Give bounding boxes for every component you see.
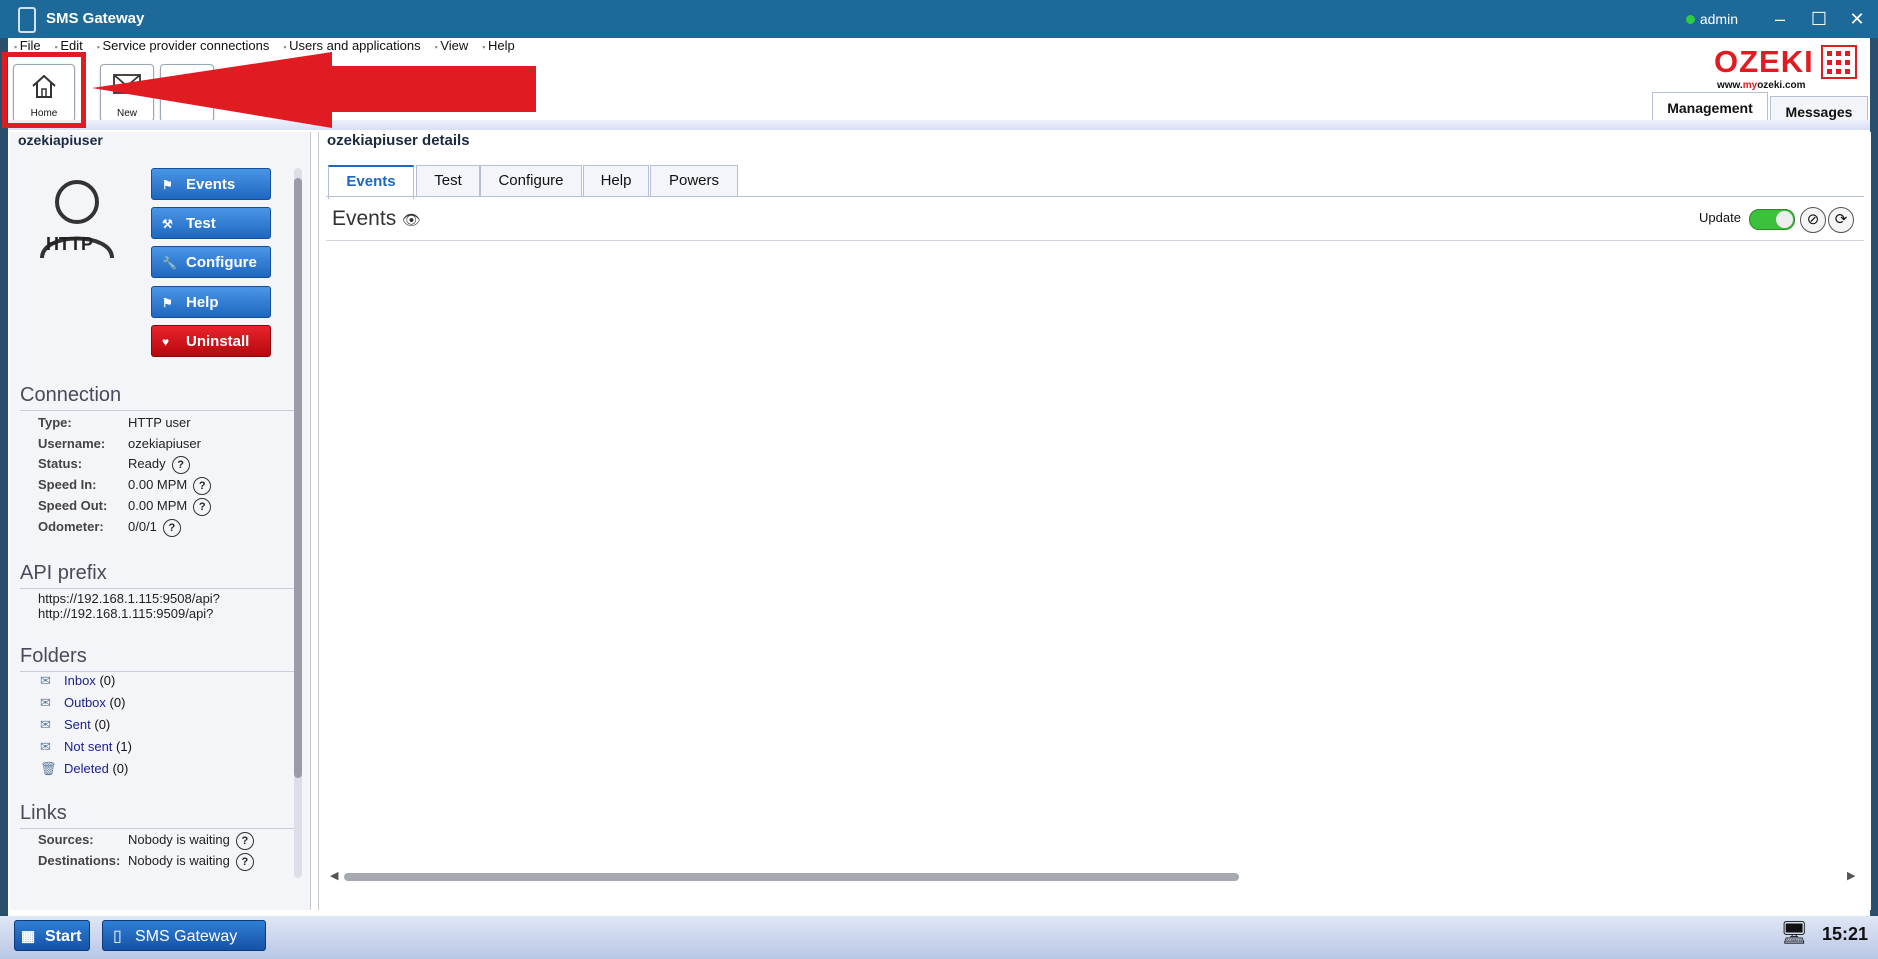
user-name: admin: [1699, 11, 1738, 27]
odometer-row: Odometer: 0/0/1?: [38, 519, 181, 537]
clear-icon[interactable]: ⊘: [1800, 207, 1826, 233]
divider: [20, 410, 300, 411]
eye-icon[interactable]: 👁: [402, 212, 421, 229]
folder-deleted[interactable]: 🗑 Deleted (0): [40, 761, 128, 777]
username-row: Username: ozekiapiuser: [38, 436, 201, 451]
wrench-icon: 🔧: [162, 256, 177, 270]
connection-heading: Connection: [20, 384, 122, 406]
highlight-box: [2, 52, 86, 128]
tab-configure[interactable]: Configure: [480, 165, 582, 196]
events-divider: [326, 240, 1864, 241]
taskbar-sms-gateway[interactable]: ▯ SMS Gateway: [102, 920, 266, 951]
flag-icon: ⚑: [162, 178, 173, 192]
tab-events[interactable]: Events: [328, 165, 414, 199]
taskbar: [0, 916, 1878, 959]
events-heading: Events 👁: [332, 207, 422, 230]
type-row: Type: HTTP user: [38, 415, 191, 430]
uninstall-button[interactable]: ♥ Uninstall: [151, 325, 271, 357]
folder-outbox[interactable]: ✉ Outbox (0): [40, 695, 125, 711]
left-panel: ozekiapiuser HTTP ⚑ Events ⚒ Test 🔧 Configu…: [10, 132, 311, 910]
scrollbar-thumb[interactable]: [294, 178, 302, 778]
not-sent-icon: ✉: [40, 739, 51, 754]
details-panel: ozekiapiuser details: [318, 132, 1871, 910]
grid-icon: ▦: [21, 928, 36, 945]
minimize-button[interactable]: –: [1766, 6, 1794, 32]
hammer-icon: ⚒: [162, 217, 173, 231]
update-toggle[interactable]: [1749, 209, 1795, 230]
avatar-label: HTTP: [46, 234, 93, 254]
tab-management[interactable]: Management: [1652, 92, 1768, 123]
tab-test[interactable]: Test: [416, 165, 480, 196]
status-row: Status: Ready?: [38, 456, 190, 474]
divider: [20, 671, 300, 672]
maximize-button[interactable]: ☐: [1805, 6, 1833, 32]
divider: [20, 828, 300, 829]
trash-icon: 🗑: [40, 761, 57, 776]
broken-heart-icon: ♥: [162, 335, 170, 349]
sources-row: Sources: Nobody is waiting?: [38, 832, 254, 850]
user-title: ozekiapiuser: [18, 132, 103, 148]
building-icon: [1820, 45, 1857, 79]
tab-divider: [326, 196, 1864, 197]
logo-text: OZEKI: [1714, 44, 1814, 79]
window-title: SMS Gateway: [46, 10, 145, 27]
help-icon[interactable]: ?: [235, 832, 254, 850]
links-heading: Links: [20, 802, 67, 824]
outbox-icon: ✉: [40, 695, 51, 710]
http-user-avatar: HTTP: [34, 174, 120, 274]
help-icon[interactable]: ?: [235, 853, 254, 871]
configure-button[interactable]: 🔧 Configure: [151, 246, 271, 278]
arrow-annotation: [92, 52, 536, 128]
tab-help[interactable]: Help: [583, 165, 649, 196]
folder-not-sent[interactable]: ✉ Not sent (1): [40, 739, 132, 755]
speed-out-row: Speed Out: 0.00 MPM?: [38, 498, 212, 516]
app-icon: ▯: [113, 928, 122, 945]
horizontal-scrollbar[interactable]: [344, 873, 1239, 881]
sent-icon: ✉: [40, 717, 51, 732]
speed-in-row: Speed In: 0.00 MPM?: [38, 477, 212, 495]
api-url-https: https://192.168.1.115:9508/api?: [38, 591, 220, 606]
inbox-icon: ✉: [40, 673, 51, 688]
help-icon[interactable]: ?: [162, 519, 181, 537]
left-scrollbar[interactable]: [294, 168, 302, 878]
refresh-icon[interactable]: ⟳: [1828, 207, 1854, 233]
details-title: ozekiapiuser details: [327, 132, 470, 149]
ozeki-logo: OZEKI www.myozeki.com: [1714, 44, 1858, 91]
desktop-icon[interactable]: 🖥: [1780, 920, 1808, 946]
close-button[interactable]: ✕: [1843, 6, 1871, 32]
help-icon[interactable]: ?: [193, 477, 212, 495]
destinations-row: Destinations: Nobody is waiting?: [38, 853, 254, 871]
title-bar: SMS Gateway admin – ☐ ✕: [0, 0, 1878, 38]
folder-inbox[interactable]: ✉ Inbox (0): [40, 673, 115, 689]
help-icon[interactable]: ?: [193, 498, 212, 516]
api-prefix-heading: API prefix: [20, 562, 107, 584]
update-label: Update: [1699, 210, 1741, 225]
flag-icon: ⚑: [162, 296, 173, 310]
help-button[interactable]: ⚑ Help: [151, 286, 271, 318]
online-status-icon: [1685, 15, 1695, 24]
help-icon[interactable]: ?: [171, 456, 190, 474]
scroll-left-icon[interactable]: ◀: [330, 869, 338, 882]
clock: 15:21: [1821, 924, 1868, 944]
logo-url: www.myozeki.com: [1717, 80, 1806, 91]
divider: [20, 588, 300, 589]
events-button[interactable]: ⚑ Events: [151, 168, 271, 200]
app-icon: [18, 7, 36, 33]
scroll-right-icon[interactable]: ▶: [1847, 869, 1855, 882]
test-button[interactable]: ⚒ Test: [151, 207, 271, 239]
folder-sent[interactable]: ✉ Sent (0): [40, 717, 110, 733]
api-url-http: http://192.168.1.115:9509/api?: [38, 606, 214, 621]
tab-powers[interactable]: Powers: [650, 165, 738, 196]
folders-heading: Folders: [20, 645, 87, 667]
start-button[interactable]: ▦ Start: [14, 920, 90, 951]
user-indicator[interactable]: admin: [1685, 11, 1738, 27]
